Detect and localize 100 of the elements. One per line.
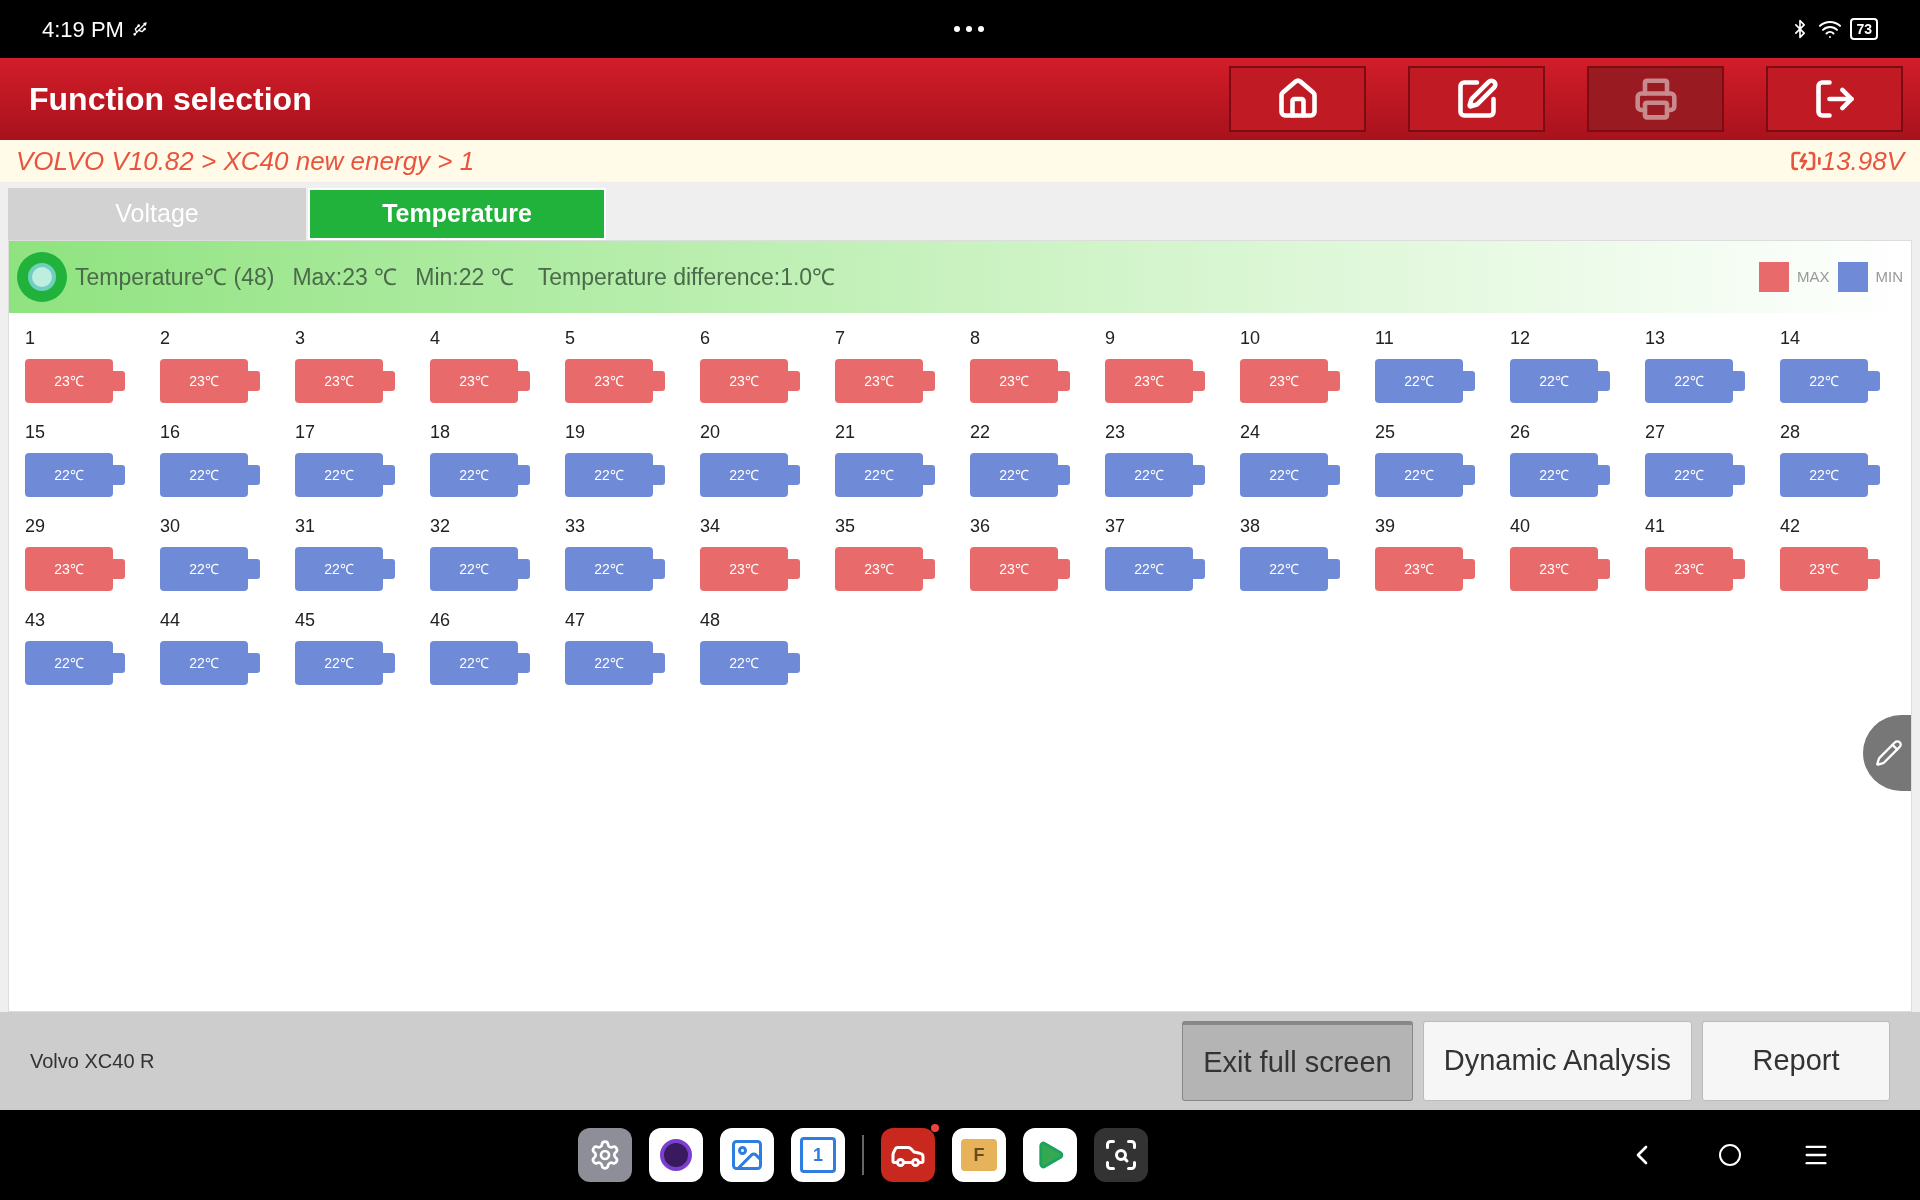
battery-cell: 23℃: [970, 359, 1058, 403]
battery-cell: 22℃: [295, 453, 383, 497]
home-nav-icon[interactable]: [1718, 1143, 1742, 1167]
cell-number: 42: [1780, 515, 1802, 537]
battery-indicator: 73: [1850, 18, 1878, 40]
cell-number: 18: [430, 421, 452, 443]
cell-number: 20: [700, 421, 722, 443]
cell-number: 46: [430, 609, 452, 631]
battery-cell: 22℃: [1105, 547, 1193, 591]
cell-number: 33: [565, 515, 587, 537]
exit-button[interactable]: [1766, 66, 1903, 132]
battery-terminal: [1193, 465, 1205, 485]
cell-number: 38: [1240, 515, 1262, 537]
battery-cell: 22℃: [1780, 453, 1868, 497]
battery-terminal: [1733, 559, 1745, 579]
cell-number: 12: [1510, 327, 1532, 349]
cell-number: 6: [700, 327, 711, 349]
battery-terminal: [788, 559, 800, 579]
battery-terminal: [1868, 465, 1880, 485]
edit-button[interactable]: [1408, 66, 1545, 132]
cell-number: 47: [565, 609, 587, 631]
battery-cell: 22℃: [1375, 359, 1463, 403]
battery-cell: 22℃: [1645, 359, 1733, 403]
battery-cell: 23℃: [1375, 547, 1463, 591]
breadcrumb: VOLVO V10.82 > XC40 new energy > 1: [16, 144, 476, 178]
cell-number: 31: [295, 515, 317, 537]
footer-button[interactable]: Dynamic Analysis: [1422, 1021, 1692, 1101]
battery-cell: 22℃: [1105, 453, 1193, 497]
home-button[interactable]: [1229, 66, 1366, 132]
battery-terminal: [653, 559, 665, 579]
cell-number: 1: [25, 327, 36, 349]
cell-number: 32: [430, 515, 452, 537]
battery-cell: 22℃: [565, 453, 653, 497]
cell-number: 30: [160, 515, 182, 537]
battery-cell: 22℃: [295, 641, 383, 685]
battery-cell: 22℃: [160, 547, 248, 591]
battery-cell: 22℃: [700, 641, 788, 685]
cell-number: 21: [835, 421, 857, 443]
battery-terminal: [383, 653, 395, 673]
battery-terminal: [1328, 371, 1340, 391]
battery-terminal: [383, 371, 395, 391]
battery-cell: 22℃: [160, 641, 248, 685]
scan-app-icon[interactable]: [1094, 1128, 1148, 1182]
cell-number: 23: [1105, 421, 1127, 443]
battery-cell: 22℃: [1510, 359, 1598, 403]
battery-terminal: [248, 559, 260, 579]
cell-number: 48: [700, 609, 722, 631]
battery-cell: 22℃: [700, 453, 788, 497]
footer-button[interactable]: Report: [1702, 1021, 1890, 1101]
battery-terminal: [113, 559, 125, 579]
printer-icon: [1633, 77, 1678, 121]
battery-cell: 22℃: [430, 453, 518, 497]
battery-terminal: [1058, 371, 1070, 391]
battery-cell: 23℃: [970, 547, 1058, 591]
battery-cell: 22℃: [430, 641, 518, 685]
more-icon: [954, 26, 985, 32]
cell-number: 41: [1645, 515, 1667, 537]
battery-terminal: [788, 653, 800, 673]
tab[interactable]: Temperature: [308, 188, 606, 240]
gallery-app-icon[interactable]: [720, 1128, 774, 1182]
cell-number: 2: [160, 327, 171, 349]
cell-number: 22: [970, 421, 992, 443]
battery-terminal: [1733, 371, 1745, 391]
battery-terminal: [1868, 371, 1880, 391]
calendar-app-icon[interactable]: 1: [791, 1128, 845, 1182]
battery-terminal: [113, 371, 125, 391]
cell-number: 28: [1780, 421, 1802, 443]
battery-cell: 23℃: [700, 547, 788, 591]
cell-number: 24: [1240, 421, 1262, 443]
battery-terminal: [788, 371, 800, 391]
battery-terminal: [653, 653, 665, 673]
battery-terminal: [1598, 371, 1610, 391]
camera-app-icon[interactable]: [649, 1128, 703, 1182]
battery-cell: 23℃: [160, 359, 248, 403]
footer-button[interactable]: Exit full screen: [1182, 1021, 1413, 1101]
battery-terminal: [653, 465, 665, 485]
play-store-icon[interactable]: [1023, 1128, 1077, 1182]
battery-terminal: [1868, 559, 1880, 579]
battery-terminal: [923, 559, 935, 579]
cell-number: 16: [160, 421, 182, 443]
battery-terminal: [923, 465, 935, 485]
settings-app-icon[interactable]: [578, 1128, 632, 1182]
cell-number: 19: [565, 421, 587, 443]
battery-cell: 23℃: [430, 359, 518, 403]
battery-cell: 23℃: [25, 547, 113, 591]
battery-cell: 22℃: [1645, 453, 1733, 497]
battery-terminal: [1463, 559, 1475, 579]
floating-edit-button[interactable]: [1863, 715, 1911, 791]
car-app-icon[interactable]: [881, 1128, 935, 1182]
cell-number: 27: [1645, 421, 1667, 443]
cell-number: 43: [25, 609, 47, 631]
cell-number: 15: [25, 421, 47, 443]
files-app-icon[interactable]: F: [952, 1128, 1006, 1182]
cell-number: 29: [25, 515, 47, 537]
battery-cell: 23℃: [565, 359, 653, 403]
battery-terminal: [248, 653, 260, 673]
battery-cell: 22℃: [565, 641, 653, 685]
max-reading: Max:23 ℃: [292, 262, 398, 292]
battery-cell: 23℃: [700, 359, 788, 403]
battery-terminal: [383, 465, 395, 485]
